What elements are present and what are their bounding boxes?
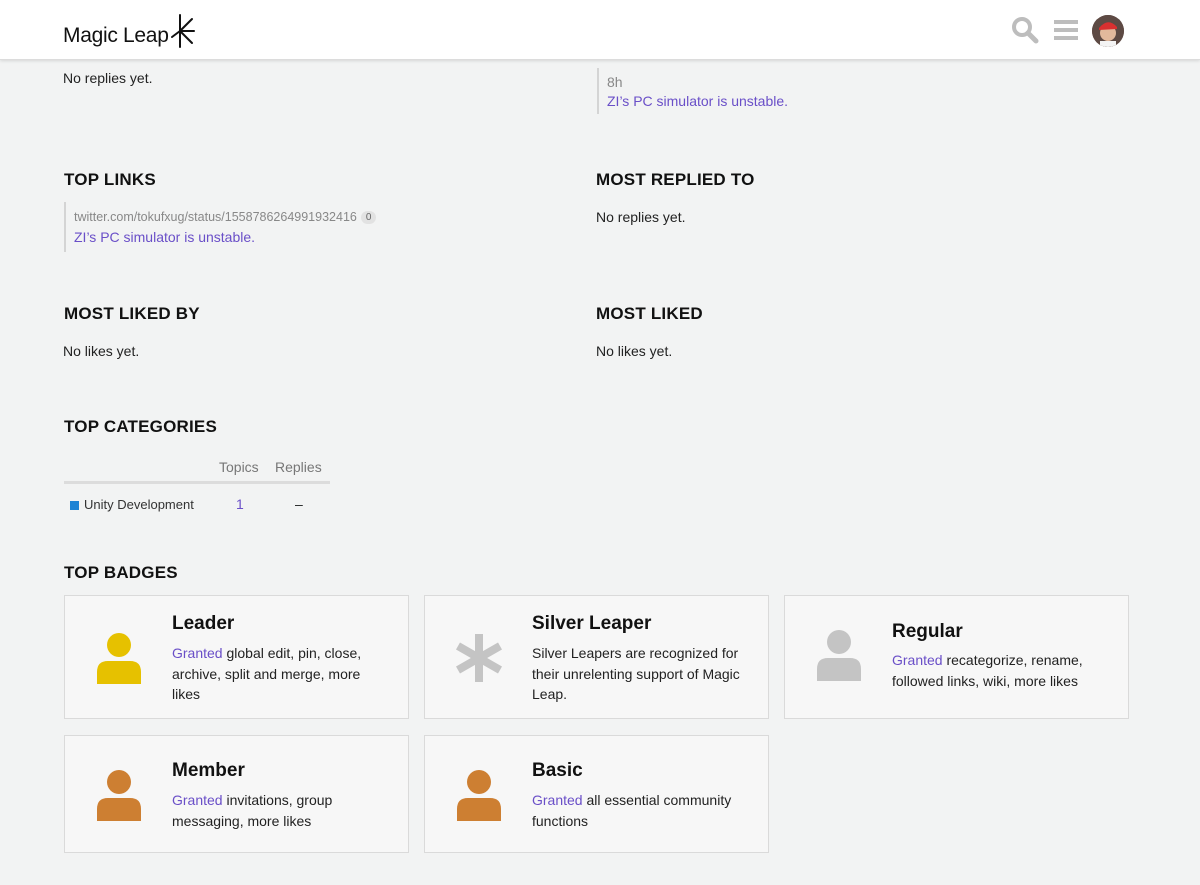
badge-card-regular[interactable]: Regular Granted recategorize, rename, fo…: [784, 595, 1129, 719]
topic-age: 8h: [607, 74, 623, 90]
badge-name: Basic: [532, 760, 583, 781]
badge-description: Granted recategorize, rename, followed l…: [892, 652, 1083, 689]
category-link[interactable]: Unity Development: [84, 497, 194, 512]
badge-card-member[interactable]: Member Granted invitations, group messag…: [64, 735, 409, 853]
most-replied-to-title: MOST REPLIED TO: [596, 170, 755, 189]
top-categories-table: Topics Replies Unity Development 1 –: [64, 452, 330, 524]
badge-granted-link[interactable]: Granted: [892, 652, 943, 668]
badge-name: Member: [172, 760, 245, 781]
most-liked-by-title: MOST LIKED BY: [64, 304, 200, 323]
category-replies-count: –: [295, 496, 303, 512]
badge-name: Leader: [172, 613, 235, 634]
table-header: Topics Replies: [64, 452, 330, 484]
search-icon[interactable]: [1011, 16, 1039, 44]
click-count-badge: 0: [360, 211, 377, 224]
user-icon: [97, 770, 141, 821]
user-icon: [97, 633, 141, 684]
badge-card-basic[interactable]: Basic Granted all essential community fu…: [424, 735, 769, 853]
magic-leap-star-icon: [170, 14, 195, 48]
badge-granted-link[interactable]: Granted: [532, 792, 583, 808]
most-liked-by-empty: No likes yet.: [63, 343, 140, 359]
badge-description: Silver Leapers are recognized for their …: [532, 645, 740, 702]
column-header-topics: Topics: [219, 459, 259, 475]
most-replied-to-empty: No replies yet.: [596, 209, 686, 225]
most-liked-empty: No likes yet.: [596, 343, 673, 359]
badge-name: Regular: [892, 621, 963, 642]
top-topic-item: 8h ZI’s PC simulator is unstable.: [597, 68, 788, 114]
category-topics-count[interactable]: 1: [236, 496, 244, 512]
badge-description: Granted global edit, pin, close, archive…: [172, 645, 362, 702]
user-icon: [457, 770, 501, 821]
category-color-swatch: [70, 501, 79, 510]
logo-text: Magic Leap: [63, 24, 169, 47]
badge-card-silver-leaper[interactable]: Silver Leaper Silver Leapers are recogni…: [424, 595, 769, 719]
site-logo[interactable]: Magic Leap: [63, 13, 196, 49]
user-icon: [817, 630, 861, 681]
site-header: Magic Leap: [0, 0, 1200, 60]
most-liked-title: MOST LIKED: [596, 304, 703, 323]
topic-link[interactable]: ZI’s PC simulator is unstable.: [607, 93, 788, 109]
top-categories-title: TOP CATEGORIES: [64, 417, 217, 436]
column-header-replies: Replies: [275, 459, 322, 475]
top-badges-title: TOP BADGES: [64, 563, 178, 582]
hamburger-menu-icon[interactable]: [1053, 16, 1081, 44]
badge-granted-link[interactable]: Granted: [172, 792, 223, 808]
badge-card-leader[interactable]: Leader Granted global edit, pin, close, …: [64, 595, 409, 719]
top-link-url[interactable]: twitter.com/tokufxug/status/155878626499…: [74, 210, 357, 224]
table-row: Unity Development 1 –: [64, 484, 330, 524]
top-link-topic[interactable]: ZI’s PC simulator is unstable.: [74, 229, 376, 245]
badge-granted-link[interactable]: Granted: [172, 645, 223, 661]
top-links-title: TOP LINKS: [64, 170, 156, 189]
asterisk-icon: [456, 634, 502, 682]
top-link-item: twitter.com/tokufxug/status/155878626499…: [64, 202, 377, 252]
badge-description: Granted all essential community function…: [532, 792, 732, 829]
badge-description: Granted invitations, group messaging, mo…: [172, 792, 333, 829]
top-replies-empty: No replies yet.: [63, 70, 153, 86]
user-avatar[interactable]: [1092, 15, 1124, 47]
avatar-image: [1092, 15, 1124, 47]
badge-name: Silver Leaper: [532, 613, 652, 634]
